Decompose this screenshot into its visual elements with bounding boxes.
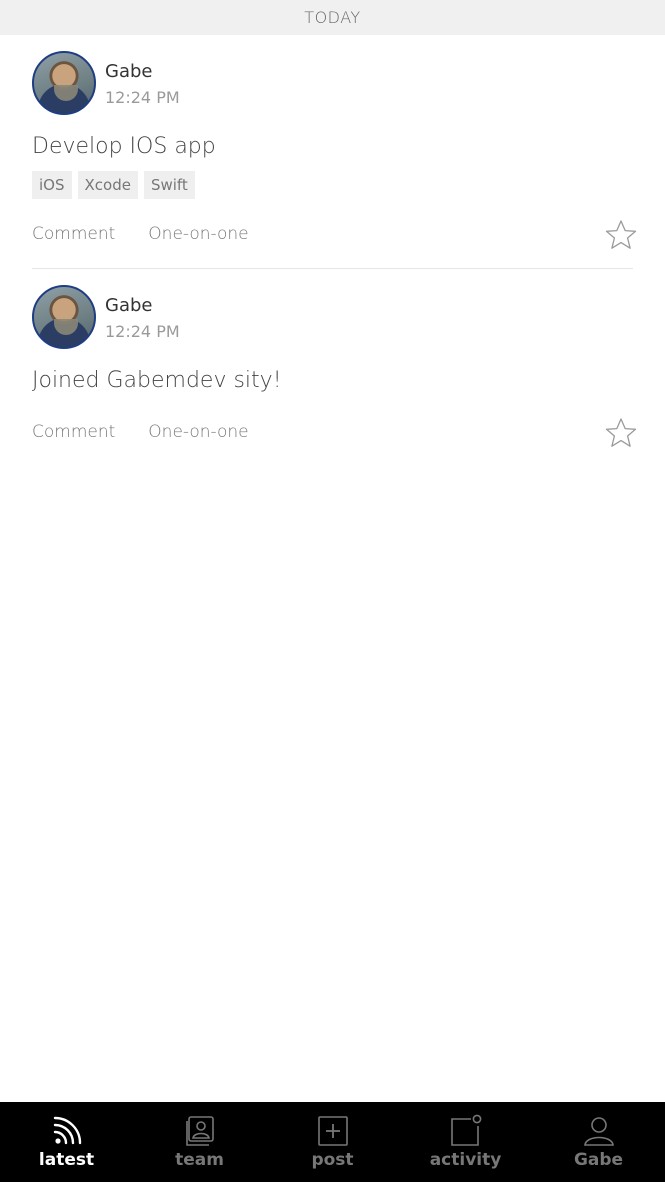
feed-post: Gabe 12:24 PM Joined Gabemdev sity! Comm… [0, 269, 665, 469]
author-avatar[interactable] [32, 51, 96, 115]
post-title[interactable]: Joined Gabemdev sity! [32, 368, 282, 393]
comment-button[interactable]: Comment [32, 224, 115, 244]
tab-team-label: team [175, 1150, 224, 1170]
tab-post-label: post [311, 1150, 354, 1170]
tab-activity[interactable]: activity [399, 1102, 532, 1182]
star-icon[interactable] [604, 416, 638, 450]
comment-button[interactable]: Comment [32, 422, 115, 442]
author-avatar[interactable] [32, 285, 96, 349]
tag-xcode[interactable]: Xcode [77, 171, 138, 199]
add-post-icon [317, 1116, 348, 1146]
tab-profile[interactable]: Gabe [532, 1102, 665, 1182]
post-actions: Comment One-on-one [32, 224, 249, 244]
post-actions: Comment One-on-one [32, 422, 249, 442]
tab-latest[interactable]: latest [0, 1102, 133, 1182]
feed-post: Gabe 12:24 PM Develop IOS app iOS Xcode … [0, 35, 665, 269]
activity-icon [450, 1114, 481, 1146]
tag-list: iOS Xcode Swift [32, 171, 195, 199]
tab-team[interactable]: team [133, 1102, 266, 1182]
tab-latest-label: latest [38, 1150, 95, 1170]
tab-activity-label: activity [429, 1150, 502, 1170]
tab-post[interactable]: post [266, 1102, 399, 1182]
post-timestamp: 12:24 PM [105, 88, 180, 107]
tag-ios[interactable]: iOS [32, 171, 72, 199]
post-timestamp: 12:24 PM [105, 322, 180, 341]
tag-swift[interactable]: Swift [143, 171, 195, 199]
tab-profile-label: Gabe [573, 1150, 624, 1170]
star-icon[interactable] [604, 218, 638, 252]
feed-list: Gabe 12:24 PM Develop IOS app iOS Xcode … [0, 35, 665, 469]
one-on-one-button[interactable]: One-on-one [148, 422, 248, 442]
app-root: TODAY Gabe 12:24 PM Develop IOS app iOS … [0, 0, 665, 1182]
one-on-one-button[interactable]: One-on-one [148, 224, 248, 244]
tab-bar: latest team post activity Gabe [0, 1102, 665, 1182]
profile-icon [583, 1117, 614, 1146]
author-name[interactable]: Gabe [105, 295, 152, 316]
post-title[interactable]: Develop IOS app [32, 134, 216, 159]
author-name[interactable]: Gabe [105, 61, 152, 82]
team-icon [185, 1116, 214, 1146]
rss-icon [53, 1116, 81, 1145]
section-header-today: TODAY [0, 0, 665, 35]
